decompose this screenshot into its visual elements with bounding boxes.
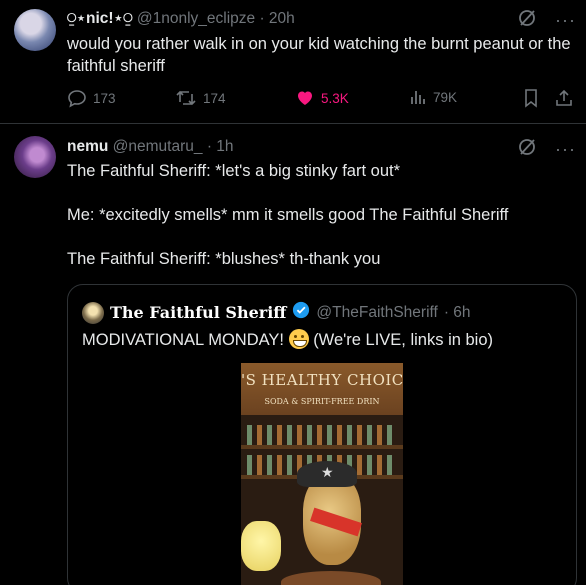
tweet-header: nemu @nemutaru_ · 1h xyxy=(67,138,234,156)
quoted-tweet[interactable]: The Faithful Sheriff @TheFaithSheriff · … xyxy=(67,284,577,585)
timestamp[interactable]: · 6h xyxy=(444,304,471,322)
tweet-2[interactable]: nemu @nemutaru_ · 1h ··· The Faithful Sh… xyxy=(0,0,586,585)
shelf xyxy=(241,445,403,449)
quote-text-after: (We're LIVE, links in bio) xyxy=(313,331,494,349)
avatar[interactable] xyxy=(82,301,104,324)
timestamp[interactable]: · 1h xyxy=(207,138,234,155)
display-name[interactable]: nemu xyxy=(67,138,108,155)
bottles xyxy=(247,425,397,445)
sign-subtext: SODA & SPIRIT-FREE DRIN xyxy=(264,397,380,406)
brown-hat xyxy=(281,571,381,585)
verified-icon xyxy=(292,301,310,324)
handle[interactable]: @TheFaithSheriff xyxy=(316,304,437,322)
cowboy-hat xyxy=(297,461,357,487)
tweet-text-line: Me: *excitedly smells* mm it smells good… xyxy=(67,206,509,224)
sign-text: 'S HEALTHY CHOIC xyxy=(241,371,403,389)
tweet-text-line: The Faithful Sheriff: *blushes* th-thank… xyxy=(67,250,381,268)
tweet-text-line: The Faithful Sheriff: *let's a big stink… xyxy=(67,162,401,180)
grok-icon[interactable] xyxy=(517,137,537,162)
shop-sign: 'S HEALTHY CHOIC SODA & SPIRIT-FREE DRIN xyxy=(241,363,403,415)
more-icon[interactable]: ··· xyxy=(555,139,576,160)
video-thumbnail[interactable]: 'S HEALTHY CHOIC SODA & SPIRIT-FREE DRIN xyxy=(241,363,403,585)
avatar[interactable] xyxy=(14,136,56,178)
display-name[interactable]: The Faithful Sheriff xyxy=(110,303,286,322)
quote-header: The Faithful Sheriff @TheFaithSheriff · … xyxy=(82,301,471,324)
quote-text: MODIVATIONAL MONDAY! (We're LIVE, links … xyxy=(82,329,493,350)
popcorn xyxy=(241,521,281,571)
tweet-top-icons: ··· xyxy=(517,137,576,162)
quote-text-before: MODIVATIONAL MONDAY! xyxy=(82,331,284,349)
handle[interactable]: @nemutaru_ xyxy=(113,138,203,155)
grinning-emoji-icon xyxy=(288,329,309,349)
